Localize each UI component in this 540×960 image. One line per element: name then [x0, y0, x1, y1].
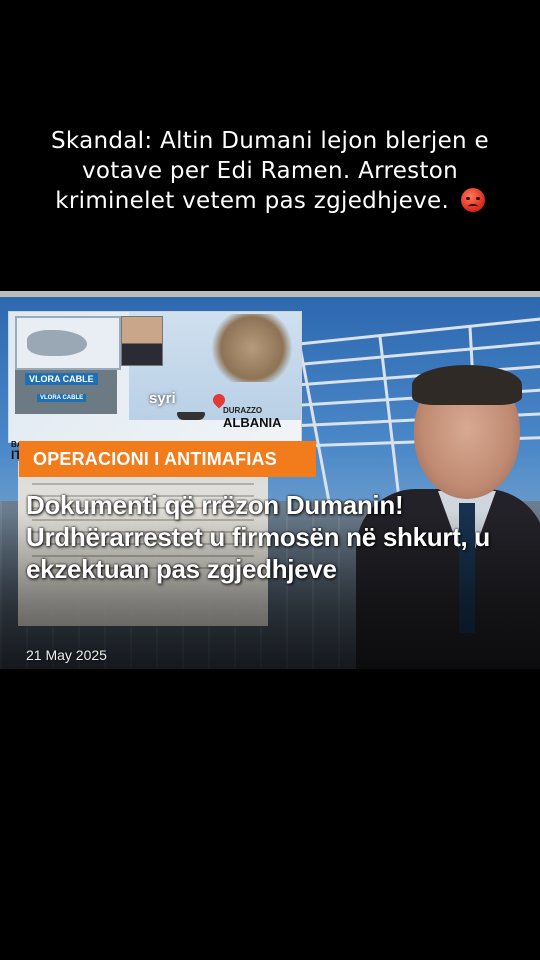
- brand-logo: syri: [149, 390, 176, 407]
- map-label-durazzo: DURAZZO: [223, 406, 263, 415]
- category-badge[interactable]: OPERACIONI I ANTIMAFIAS: [19, 441, 316, 477]
- vlora-label-small: VLORA CABLE: [37, 394, 87, 402]
- ship-icon: [177, 412, 205, 420]
- caption-text: Skandal: Altin Dumani lejon blerjen e vo…: [51, 128, 489, 214]
- map-label-albania: ALBANIA: [223, 415, 282, 430]
- article-date: 21 May 2025: [26, 647, 107, 663]
- vlora-photo: VLORA CABLE VLORA CABLE: [15, 370, 117, 414]
- map-inset: [15, 316, 121, 370]
- article-card[interactable]: VLORA CABLE VLORA CABLE syri DURAZZO ALB…: [0, 291, 540, 669]
- angry-face-icon: [460, 188, 485, 212]
- map-thumbnail: VLORA CABLE VLORA CABLE syri DURAZZO ALB…: [8, 311, 302, 462]
- article-headline[interactable]: Dokumenti që rrëzon Dumanin! Urdhërarres…: [26, 489, 526, 585]
- post-caption: Skandal: Altin Dumani lejon blerjen e vo…: [40, 126, 500, 216]
- vlora-label: VLORA CABLE: [25, 373, 98, 385]
- cash-boxes-image: [207, 314, 297, 382]
- portrait-thumbnail: [121, 316, 163, 366]
